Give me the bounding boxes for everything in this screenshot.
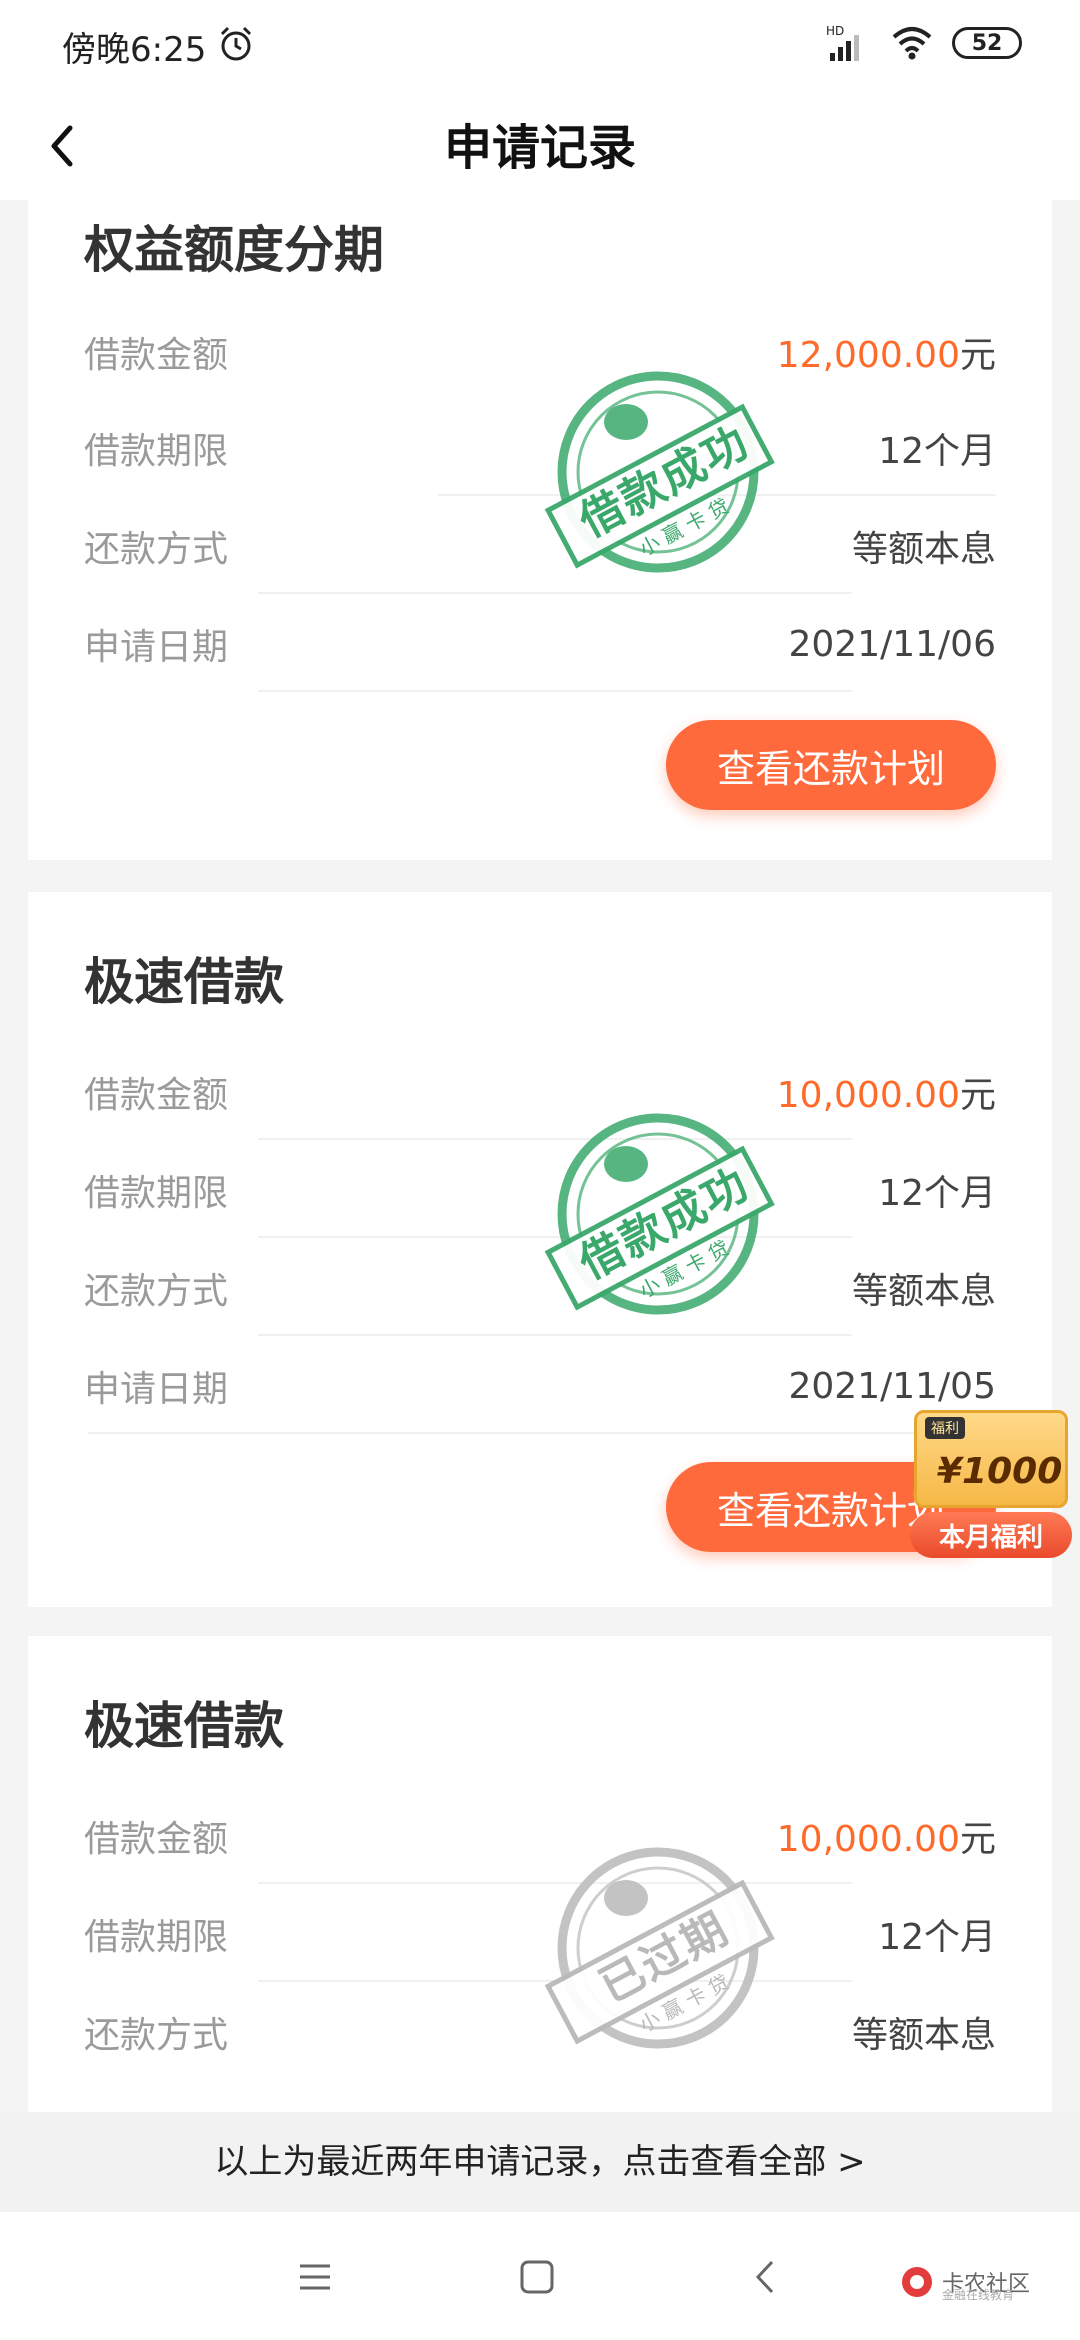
status-bar: 傍晚6:25 HD 52 <box>0 0 1080 90</box>
status-time: 傍晚6:25 <box>62 30 207 70</box>
date-label: 申请日期 <box>84 627 229 668</box>
amount-value: 10,000.00元 <box>776 1819 996 1860</box>
product-name: 权益额度分期 <box>84 221 384 279</box>
term-label: 借款期限 <box>84 1917 229 1958</box>
back-triangle-icon[interactable] <box>740 2252 790 2302</box>
watermark-logo-icon <box>902 2267 932 2297</box>
monthly-bonus-label: 本月福利 <box>910 1512 1072 1558</box>
battery-indicator: 52 <box>952 27 1022 59</box>
term-value: 12个月 <box>878 431 996 472</box>
product-name: 极速借款 <box>84 953 284 1011</box>
status-icons: HD 52 <box>826 18 1022 68</box>
alarm-clock-icon <box>220 26 252 61</box>
coupon-graphic: 福利 ¥1000 <box>914 1410 1068 1508</box>
amount-value: 12,000.00元 <box>776 335 996 376</box>
method-value: 等额本息 <box>851 1271 996 1312</box>
amount-label: 借款金额 <box>84 1075 229 1116</box>
term-value: 12个月 <box>878 1173 996 1214</box>
term-value: 12个月 <box>878 1917 996 1958</box>
record-card: 极速借款 借款金额 10,000.00元 借款期限 12个月 还款方式 等额本息… <box>28 892 1052 1607</box>
amount-label: 借款金额 <box>84 335 229 376</box>
date-value: 2021/11/05 <box>788 1365 997 1407</box>
menu-icon[interactable] <box>290 2252 340 2302</box>
coupon-amount: ¥1000 <box>937 1451 1063 1492</box>
date-row: 申请日期 2021/11/05 <box>84 1356 996 1416</box>
divider <box>258 1334 852 1336</box>
page-title: 申请记录 <box>443 120 636 176</box>
signal-icon: HD <box>826 24 859 61</box>
loan-success-stamp: 借款成功 小赢卡贷 <box>538 360 778 580</box>
method-label: 还款方式 <box>84 529 229 570</box>
product-name: 极速借款 <box>84 1697 284 1755</box>
amount-value: 10,000.00元 <box>776 1075 996 1116</box>
bonus-tag: 福利 <box>925 1417 965 1439</box>
wifi-icon <box>892 27 932 60</box>
method-label: 还款方式 <box>84 1271 229 1312</box>
svg-text:HD: HD <box>826 24 844 38</box>
view-repayment-plan-button[interactable]: 查看还款计划 <box>666 720 996 810</box>
loan-success-stamp: 借款成功 小赢卡贷 <box>538 1102 778 1322</box>
term-label: 借款期限 <box>84 431 229 472</box>
watermark: 卡农社区 金融在线教育 <box>900 2252 1070 2312</box>
method-label: 还款方式 <box>84 2015 229 2056</box>
record-card: 极速借款 借款金额 10,000.00元 借款期限 12个月 还款方式 等额本息… <box>28 1636 1052 2112</box>
monthly-bonus-badge[interactable]: 福利 ¥1000 本月福利 <box>908 1402 1072 1560</box>
amount-label: 借款金额 <box>84 1819 229 1860</box>
term-label: 借款期限 <box>84 1173 229 1214</box>
divider <box>88 1432 992 1434</box>
method-value: 等额本息 <box>851 529 996 570</box>
method-value: 等额本息 <box>851 2015 996 2056</box>
date-row: 申请日期 2021/11/06 <box>84 614 996 674</box>
divider <box>258 592 852 594</box>
watermark-subtext: 金融在线教育 <box>942 2288 1015 2302</box>
view-all-records-link[interactable]: 以上为最近两年申请记录，点击查看全部 > <box>0 2112 1080 2212</box>
record-card: 权益额度分期 借款金额 12,000.00元 借款期限 12个月 还款方式 等额… <box>28 200 1052 860</box>
home-square-icon[interactable] <box>512 2252 562 2302</box>
expired-stamp: 已过期 小赢卡贷 <box>538 1836 778 2056</box>
divider <box>258 690 852 692</box>
date-value: 2021/11/06 <box>788 623 997 665</box>
app-header: 申请记录 <box>0 90 1080 200</box>
date-label: 申请日期 <box>84 1369 229 1410</box>
